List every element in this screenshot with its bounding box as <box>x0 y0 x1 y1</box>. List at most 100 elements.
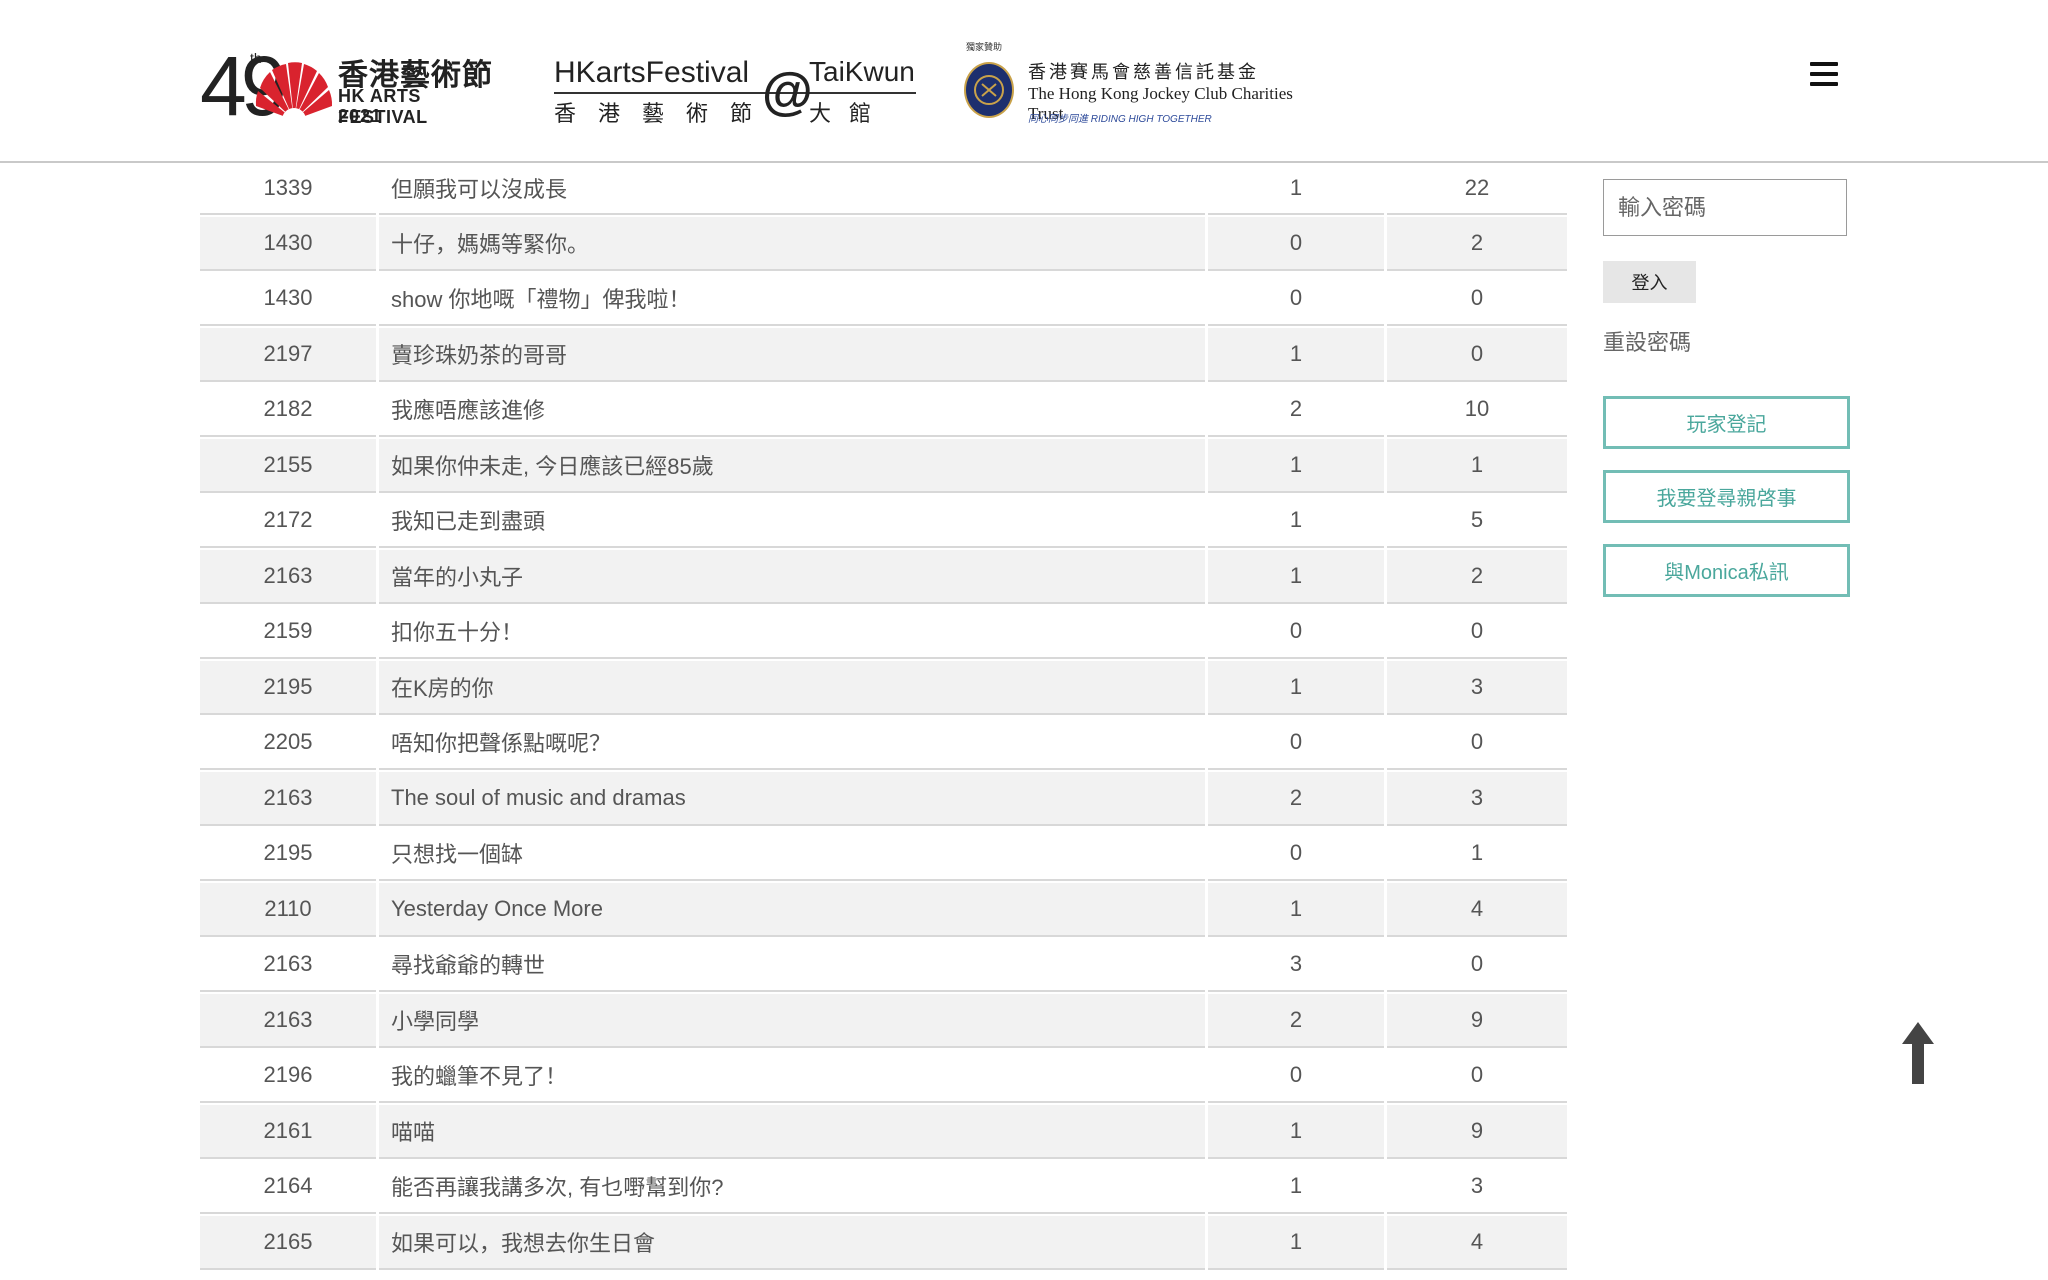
row-id-cell: 2164 <box>200 1161 376 1214</box>
table-row[interactable]: 2161 喵喵 1 9 <box>200 1105 1567 1161</box>
row-title-cell[interactable]: 賣珍珠奶茶的哥哥 <box>379 328 1205 382</box>
row-title-cell[interactable]: 喵喵 <box>379 1105 1205 1159</box>
table-row[interactable]: 2155 如果你仲未走, 今日應該已經85歲 1 1 <box>200 439 1567 495</box>
row-count-a-cell: 1 <box>1208 661 1384 715</box>
row-title-cell[interactable]: 我的蠟筆不見了！ <box>379 1050 1205 1103</box>
row-count-b-cell: 0 <box>1387 1050 1567 1103</box>
row-id-cell: 2205 <box>200 717 376 770</box>
row-title-cell[interactable]: 但願我可以沒成長 <box>379 163 1205 215</box>
table-row[interactable]: 2182 我應唔應該進修 2 10 <box>200 384 1567 439</box>
row-count-a-cell: 1 <box>1208 495 1384 548</box>
row-count-b-cell: 22 <box>1387 163 1567 215</box>
row-count-a-cell: 2 <box>1208 772 1384 826</box>
row-count-a-cell: 2 <box>1208 384 1384 437</box>
row-id-cell: 2196 <box>200 1050 376 1103</box>
row-title-cell[interactable]: 如果可以，我想去你生日會 <box>379 1216 1205 1270</box>
logo-tk-right-bottom: 大館 <box>809 101 890 126</box>
row-count-a-cell: 0 <box>1208 217 1384 271</box>
row-title-cell[interactable]: 我應唔應該進修 <box>379 384 1205 437</box>
row-id-cell: 2195 <box>200 661 376 715</box>
table-row[interactable]: 2197 賣珍珠奶茶的哥哥 1 0 <box>200 328 1567 384</box>
table-row[interactable]: 1430 show 你地嘅「禮物」俾我啦！ 0 0 <box>200 273 1567 328</box>
jockey-club-logo[interactable]: 獨家贊助 香港賽馬會慈善信託基金 The Hong Kong Jockey Cl… <box>964 40 1324 130</box>
hamburger-menu-button[interactable] <box>1810 62 1838 86</box>
logo-tk-left-bottom: 香港藝術節 <box>554 101 775 126</box>
row-title-cell[interactable]: 扣你五十分！ <box>379 606 1205 659</box>
row-title-cell[interactable]: Yesterday Once More <box>379 883 1205 937</box>
table-row[interactable]: 2163 小學同學 2 9 <box>200 994 1567 1050</box>
row-count-a-cell: 0 <box>1208 1050 1384 1103</box>
row-count-a-cell: 1 <box>1208 1216 1384 1270</box>
table-row[interactable]: 1430 十仔，媽媽等緊你。 0 2 <box>200 217 1567 273</box>
jockey-tagline: 同心同步同進 RIDING HIGH TOGETHER <box>1028 114 1212 125</box>
row-count-b-cell: 4 <box>1387 883 1567 937</box>
jockey-club-badge-icon <box>964 62 1014 118</box>
row-title-cell[interactable]: 尋找爺爺的轉世 <box>379 939 1205 992</box>
row-title-cell[interactable]: 如果你仲未走, 今日應該已經85歲 <box>379 439 1205 493</box>
row-title-cell[interactable]: show 你地嘅「禮物」俾我啦！ <box>379 273 1205 326</box>
table-row[interactable]: 2163 尋找爺爺的轉世 3 0 <box>200 939 1567 994</box>
row-count-b-cell: 0 <box>1387 328 1567 382</box>
row-title-cell[interactable]: 我知已走到盡頭 <box>379 495 1205 548</box>
message-monica-button[interactable]: 與Monica私訊 <box>1603 544 1850 597</box>
logo-tk-right-top: TaiKwun <box>809 56 915 87</box>
row-count-a-cell: 1 <box>1208 328 1384 382</box>
taikwun-logo[interactable]: HKartsFestival TaiKwun @ 香港藝術節 大館 <box>554 56 916 126</box>
row-id-cell: 2155 <box>200 439 376 493</box>
row-title-cell[interactable]: 十仔，媽媽等緊你。 <box>379 217 1205 271</box>
row-id-cell: 2195 <box>200 828 376 881</box>
row-title-cell[interactable]: The soul of music and dramas <box>379 772 1205 826</box>
row-id-cell: 2182 <box>200 384 376 437</box>
password-input[interactable] <box>1603 179 1847 236</box>
logo-year: 2021 <box>338 106 383 126</box>
row-count-b-cell: 4 <box>1387 1216 1567 1270</box>
row-count-a-cell: 1 <box>1208 1161 1384 1214</box>
row-count-b-cell: 0 <box>1387 939 1567 992</box>
table-row[interactable]: 2110 Yesterday Once More 1 4 <box>200 883 1567 939</box>
row-id-cell: 2159 <box>200 606 376 659</box>
row-title-cell[interactable]: 只想找一個缽 <box>379 828 1205 881</box>
logo-tk-rule <box>554 92 916 94</box>
row-count-b-cell: 3 <box>1387 1161 1567 1214</box>
row-id-cell: 2163 <box>200 939 376 992</box>
row-id-cell: 2197 <box>200 328 376 382</box>
table-row[interactable]: 2195 在K房的你 1 3 <box>200 661 1567 717</box>
row-count-b-cell: 2 <box>1387 217 1567 271</box>
login-button[interactable]: 登入 <box>1603 261 1696 303</box>
player-register-button[interactable]: 玩家登記 <box>1603 396 1850 449</box>
row-count-a-cell: 1 <box>1208 163 1384 215</box>
row-title-cell[interactable]: 小學同學 <box>379 994 1205 1048</box>
table-row[interactable]: 2172 我知已走到盡頭 1 5 <box>200 495 1567 550</box>
row-count-a-cell: 1 <box>1208 550 1384 604</box>
hk-arts-festival-logo[interactable]: 49 th 香港藝術節 HK ARTS FESTIVAL 2021 <box>200 44 512 128</box>
row-title-cell[interactable]: 在K房的你 <box>379 661 1205 715</box>
arrow-up-icon[interactable] <box>1900 1022 1936 1084</box>
row-count-b-cell: 1 <box>1387 439 1567 493</box>
find-relative-notice-button[interactable]: 我要登尋親啓事 <box>1603 470 1850 523</box>
table-row[interactable]: 2163 當年的小丸子 1 2 <box>200 550 1567 606</box>
table-row[interactable]: 2164 能否再讓我講多次, 有乜嘢幫到你? 1 3 <box>200 1161 1567 1216</box>
hamburger-icon-bar <box>1810 82 1838 86</box>
jockey-name-zh: 香港賽馬會慈善信託基金 <box>1028 62 1259 82</box>
row-id-cell: 2110 <box>200 883 376 937</box>
row-count-a-cell: 0 <box>1208 717 1384 770</box>
row-id-cell: 2165 <box>200 1216 376 1270</box>
reset-password-link[interactable]: 重設密碼 <box>1603 325 1691 357</box>
table-row[interactable]: 2163 The soul of music and dramas 2 3 <box>200 772 1567 828</box>
row-count-b-cell: 5 <box>1387 495 1567 548</box>
row-title-cell[interactable]: 唔知你把聲係點嘅呢？ <box>379 717 1205 770</box>
table-row[interactable]: 2205 唔知你把聲係點嘅呢？ 0 0 <box>200 717 1567 772</box>
row-count-b-cell: 0 <box>1387 273 1567 326</box>
table-row[interactable]: 1339 但願我可以沒成長 1 22 <box>200 163 1567 217</box>
table-row[interactable]: 2165 如果可以，我想去你生日會 1 4 <box>200 1216 1567 1272</box>
row-id-cell: 2163 <box>200 994 376 1048</box>
table-row[interactable]: 2196 我的蠟筆不見了！ 0 0 <box>200 1050 1567 1105</box>
table-row[interactable]: 2159 扣你五十分！ 0 0 <box>200 606 1567 661</box>
row-title-cell[interactable]: 當年的小丸子 <box>379 550 1205 604</box>
row-count-a-cell: 1 <box>1208 883 1384 937</box>
fan-logo-icon <box>255 62 333 124</box>
row-title-cell[interactable]: 能否再讓我講多次, 有乜嘢幫到你? <box>379 1161 1205 1214</box>
table-row[interactable]: 2195 只想找一個缽 0 1 <box>200 828 1567 883</box>
row-id-cell: 1430 <box>200 273 376 326</box>
row-count-b-cell: 0 <box>1387 717 1567 770</box>
